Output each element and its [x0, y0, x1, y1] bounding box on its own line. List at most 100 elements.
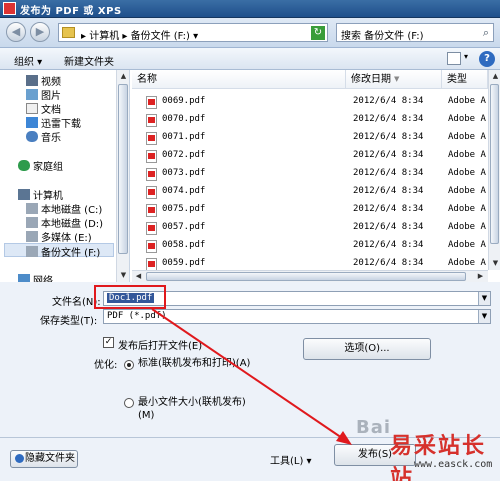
scroll-up-icon[interactable]: ▲: [489, 70, 500, 83]
view-dropdown-icon[interactable]: ▾: [464, 52, 468, 61]
nav-item-homegroup[interactable]: 家庭组: [18, 158, 63, 173]
optimize-standard-label[interactable]: 标准(联机发布和打印)(A): [138, 357, 288, 370]
back-button[interactable]: ◀: [6, 22, 26, 42]
nav-item-documents[interactable]: 文档: [26, 101, 61, 116]
nav-item-music[interactable]: 音乐: [26, 129, 61, 144]
drive-icon: [26, 217, 38, 228]
pdf-icon: [146, 150, 157, 163]
document-icon: [26, 103, 38, 114]
file-list-horizontal-scrollbar[interactable]: ◀ ▶: [132, 270, 488, 282]
pdf-icon: [146, 204, 157, 217]
file-type: Adobe A: [448, 240, 486, 250]
file-row[interactable]: 0072.pdf 2012/6/4 8:34 Adobe A: [132, 148, 488, 165]
file-date: 2012/6/4 8:34: [353, 204, 424, 214]
file-date: 2012/6/4 8:34: [353, 96, 424, 106]
drive-icon: [26, 203, 38, 214]
nav-item-drive-c[interactable]: 本地磁盘 (C:): [26, 201, 102, 216]
file-date: 2012/6/4 8:34: [353, 240, 424, 250]
help-icon[interactable]: ?: [479, 51, 495, 67]
filetype-label: 保存类型(T):: [40, 316, 98, 327]
pdf-icon: [146, 114, 157, 127]
file-type: Adobe A: [448, 168, 486, 178]
nav-item-pictures[interactable]: 图片: [26, 87, 61, 102]
file-list-vertical-scrollbar[interactable]: ▲ ▼: [488, 70, 500, 270]
nav-item-drive-e[interactable]: 多媒体 (E:): [26, 229, 92, 244]
options-button[interactable]: 选项(O)...: [303, 338, 431, 360]
optimize-minimum-radio[interactable]: [124, 398, 134, 408]
annotation-highlight-box: [94, 285, 166, 309]
pdf-icon: [146, 186, 157, 199]
file-row[interactable]: 0070.pdf 2012/6/4 8:34 Adobe A: [132, 112, 488, 129]
file-row[interactable]: 0069.pdf 2012/6/4 8:34 Adobe A: [132, 94, 488, 111]
column-header-type[interactable]: 类型: [442, 70, 488, 89]
drive-icon: [26, 231, 38, 242]
hide-folders-label: 隐藏文件夹: [25, 453, 75, 464]
column-header-date[interactable]: 修改日期 ▼: [346, 70, 442, 89]
file-name: 0058.pdf: [162, 240, 206, 250]
scroll-thumb[interactable]: [118, 84, 128, 254]
homegroup-icon: [18, 160, 30, 171]
scroll-thumb[interactable]: [146, 272, 466, 281]
file-row[interactable]: 0059.pdf 2012/6/4 8:34 Adobe A: [132, 256, 488, 270]
file-type: Adobe A: [448, 114, 486, 124]
chevron-down-icon[interactable]: ▼: [478, 310, 490, 323]
scroll-down-icon[interactable]: ▼: [489, 257, 500, 270]
file-date: 2012/6/4 8:34: [353, 258, 424, 268]
file-type: Adobe A: [448, 204, 486, 214]
organize-menu[interactable]: 组织 ▾: [14, 53, 42, 68]
nav-item-thunder-downloads[interactable]: 迅雷下载: [26, 115, 81, 130]
optimize-minimum-label[interactable]: 最小文件大小(联机发布)(M): [138, 396, 248, 422]
nav-item-computer[interactable]: 计算机: [18, 187, 63, 202]
file-row[interactable]: 0058.pdf 2012/6/4 8:34 Adobe A: [132, 238, 488, 255]
music-icon: [26, 131, 38, 142]
pdf-icon: [146, 240, 157, 253]
nav-item-videos[interactable]: 视频: [26, 73, 61, 88]
refresh-icon[interactable]: ↻: [311, 26, 325, 40]
new-folder-button[interactable]: 新建文件夹: [64, 53, 114, 68]
file-row[interactable]: 0074.pdf 2012/6/4 8:34 Adobe A: [132, 184, 488, 201]
scroll-up-icon[interactable]: ▲: [117, 70, 130, 83]
file-row[interactable]: 0071.pdf 2012/6/4 8:34 Adobe A: [132, 130, 488, 147]
scroll-down-icon[interactable]: ▼: [117, 269, 130, 282]
scroll-thumb[interactable]: [490, 84, 499, 244]
toolbar: 组织 ▾ 新建文件夹 ▾ ?: [0, 48, 500, 70]
hide-folders-button[interactable]: 隐藏文件夹: [10, 450, 78, 468]
address-bar[interactable]: ▸ 计算机 ▸ 备份文件 (F:) ▾: [58, 23, 328, 42]
pdf-icon: [146, 168, 157, 181]
file-type: Adobe A: [448, 132, 486, 142]
nav-item-drive-f[interactable]: 备份文件 (F:): [4, 243, 114, 259]
file-row[interactable]: 0075.pdf 2012/6/4 8:34 Adobe A: [132, 202, 488, 219]
search-icon[interactable]: ⌕: [483, 26, 489, 40]
file-date: 2012/6/4 8:34: [353, 150, 424, 160]
forward-button[interactable]: ▶: [30, 22, 50, 42]
pdf-icon: [146, 258, 157, 270]
tools-menu[interactable]: 工具(L) ▾: [270, 452, 312, 467]
breadcrumb[interactable]: ▸ 计算机 ▸ 备份文件 (F:) ▾: [81, 27, 198, 42]
nav-scrollbar[interactable]: ▲ ▼: [116, 70, 129, 282]
file-name: 0072.pdf: [162, 150, 206, 160]
nav-item-drive-d[interactable]: 本地磁盘 (D:): [26, 215, 103, 230]
view-icon[interactable]: [447, 52, 461, 65]
file-row[interactable]: 0073.pdf 2012/6/4 8:34 Adobe A: [132, 166, 488, 183]
optimize-label: 优化:: [94, 360, 118, 371]
filetype-select[interactable]: PDF (*.pdf) ▼: [103, 309, 491, 324]
sort-icon: ▼: [394, 75, 400, 83]
file-name: 0075.pdf: [162, 204, 206, 214]
file-name: 0071.pdf: [162, 132, 206, 142]
file-date: 2012/6/4 8:34: [353, 168, 424, 178]
file-type: Adobe A: [448, 150, 486, 160]
network-icon: [18, 274, 30, 282]
file-date: 2012/6/4 8:34: [353, 186, 424, 196]
file-name: 0057.pdf: [162, 222, 206, 232]
chevron-down-icon[interactable]: ▼: [478, 292, 490, 305]
download-icon: [26, 117, 38, 128]
column-header-name[interactable]: 名称: [132, 70, 346, 89]
open-after-publish-label[interactable]: 发布后打开文件(E): [118, 337, 202, 352]
file-date: 2012/6/4 8:34: [353, 132, 424, 142]
file-row[interactable]: 0057.pdf 2012/6/4 8:34 Adobe A: [132, 220, 488, 237]
nav-item-network[interactable]: 网络: [18, 272, 53, 282]
open-after-publish-checkbox[interactable]: ✓: [103, 337, 114, 348]
optimize-standard-radio[interactable]: [124, 360, 134, 370]
folder-icon: [62, 27, 75, 38]
search-input[interactable]: 搜索 备份文件 (F:) ⌕: [336, 23, 494, 42]
